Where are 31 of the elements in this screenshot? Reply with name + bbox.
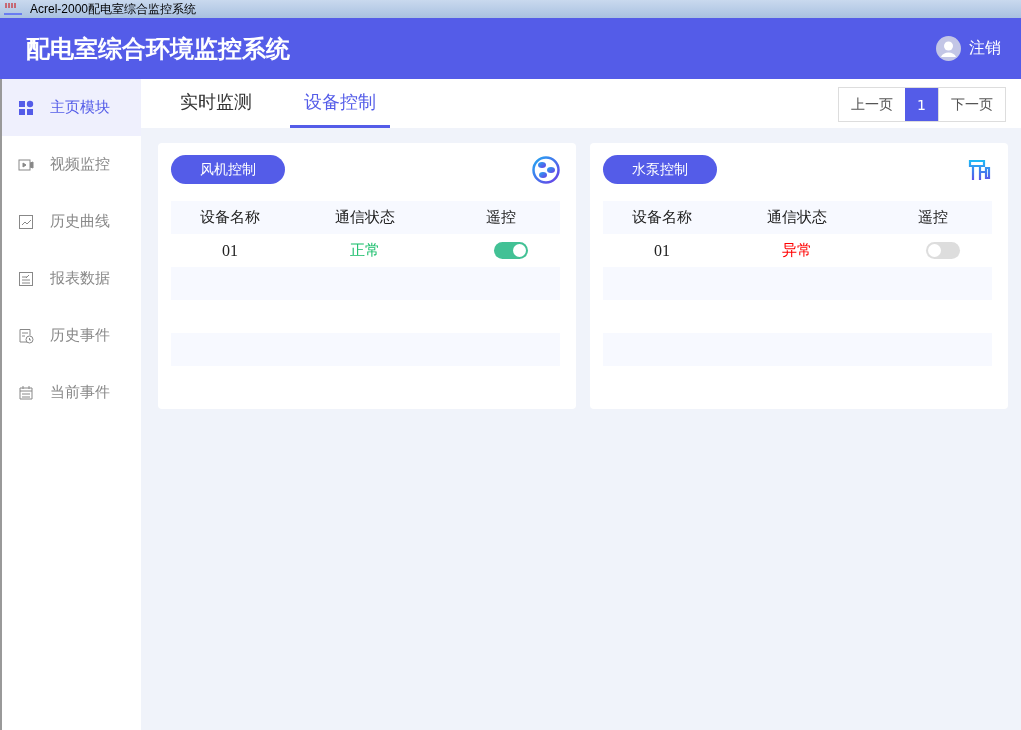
app-title: 配电室综合环境监控系统 bbox=[26, 33, 290, 65]
tab[interactable]: 设备控制 bbox=[290, 79, 390, 128]
calendar-icon bbox=[18, 384, 34, 401]
tab[interactable]: 实时监测 bbox=[166, 79, 266, 128]
table-cell-text: 01 bbox=[652, 241, 671, 260]
grid-icon bbox=[18, 99, 34, 116]
document-clock-icon bbox=[18, 327, 34, 344]
user-avatar-icon bbox=[936, 36, 961, 61]
table-cell-text: 01 bbox=[220, 241, 239, 260]
report-icon bbox=[18, 270, 34, 287]
toggle-switch[interactable] bbox=[926, 242, 961, 259]
column-header: 遥控 bbox=[485, 208, 518, 227]
card-title: 水泵控制 bbox=[603, 155, 717, 184]
status-cell-text: 正常 bbox=[349, 241, 382, 260]
card-title: 风机控制 bbox=[171, 155, 285, 184]
page-button[interactable]: 1 bbox=[905, 88, 938, 121]
column-header: 通信状态 bbox=[334, 208, 397, 227]
column-header: 设备名称 bbox=[198, 208, 261, 227]
status-cell-text: 异常 bbox=[781, 241, 814, 260]
window-title: Acrel-2000配电室综合监控系统 bbox=[30, 0, 197, 18]
column-header: 设备名称 bbox=[630, 208, 693, 227]
app-icon bbox=[4, 2, 22, 16]
toggle-switch[interactable] bbox=[494, 242, 529, 259]
fan-icon bbox=[532, 155, 560, 184]
sidebar-item[interactable]: 主页模块 bbox=[2, 79, 141, 136]
column-header: 通信状态 bbox=[766, 208, 829, 227]
logout-link[interactable]: 注销 bbox=[969, 38, 1001, 59]
video-icon bbox=[18, 156, 34, 173]
chart-icon bbox=[18, 213, 34, 230]
pipe-valve-icon bbox=[968, 157, 992, 182]
column-header: 遥控 bbox=[917, 208, 950, 227]
